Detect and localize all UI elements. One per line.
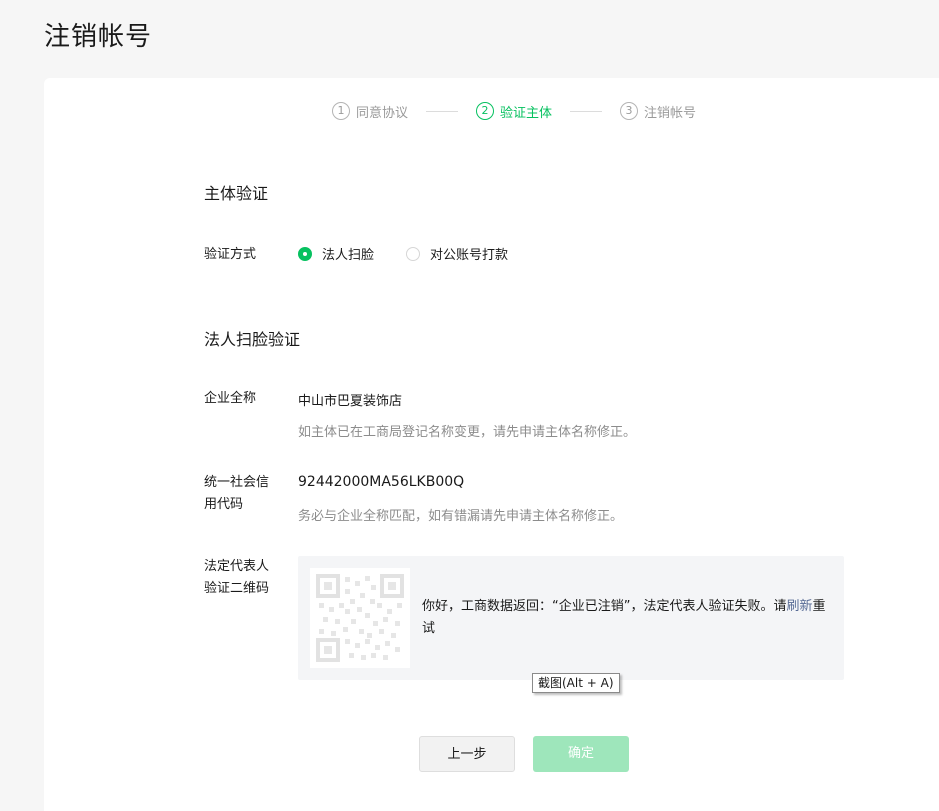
verify-method-radio-group: 法人扫脸 对公账号打款 [298,244,540,263]
credit-code-value: 92442000MA56LKB00Q [298,474,465,490]
qr-code-label-line2: 验证二维码 [204,581,270,596]
step-number: 1 [332,102,350,120]
qr-code-icon [316,574,404,662]
credit-code-label-line2: 用代码 [204,497,244,512]
step-cancel: 3 注销帐号 [620,102,696,121]
qr-error-message: 你好，工商数据返回：“企业已注销”，法定代表人验证失败。请刷新重试 [422,596,832,640]
qr-error-text: 你好，工商数据返回：“企业已注销”，法定代表人验证失败。请 [422,599,787,614]
credit-code-label-line1: 统一社会信 [204,475,270,490]
radio-checked-icon[interactable] [298,246,312,261]
company-name-label: 企业全称 [204,391,257,406]
qr-code-label: 法定代表人 验证二维码 [204,556,284,600]
step-label: 注销帐号 [644,105,697,121]
confirm-button[interactable]: 确定 [533,736,629,772]
radio-face-scan[interactable]: 法人扫脸 [298,244,374,263]
step-verify: 2 验证主体 [476,102,552,121]
qr-code-image [310,568,410,668]
main-card: 1 同意协议 2 验证主体 3 注销帐号 主体验证 验证方式 法人扫脸 对公账号… [44,78,939,811]
radio-bank-transfer[interactable]: 对公账号打款 [406,244,508,263]
step-divider [426,110,459,112]
prev-step-button[interactable]: 上一步 [419,736,515,772]
scan-verify-title: 法人扫脸验证 [204,330,301,349]
step-indicator: 1 同意协议 2 验证主体 3 注销帐号 [332,100,696,122]
screenshot-tooltip: 截图(Alt + A) [532,673,620,693]
company-name-hint: 如主体已在工商局登记名称变更，请先申请主体名称修正。 [298,425,637,440]
verify-method-label: 验证方式 [204,247,257,262]
refresh-link[interactable]: 刷新 [786,599,812,614]
subject-verify-title: 主体验证 [204,184,269,203]
company-name-value: 中山市巴夏装饰店 [298,394,403,409]
step-label: 同意协议 [356,105,409,121]
step-number: 3 [620,102,639,120]
qr-code-panel: 你好，工商数据返回：“企业已注销”，法定代表人验证失败。请刷新重试 [298,556,844,680]
credit-code-label: 统一社会信 用代码 [204,472,284,516]
credit-code-hint: 务必与企业全称匹配，如有错漏请先申请主体名称修正。 [298,509,624,524]
step-number: 2 [476,102,495,120]
qr-code-label-line1: 法定代表人 [204,559,270,574]
radio-unchecked-icon[interactable] [406,246,421,261]
radio-label: 对公账号打款 [430,248,509,263]
page-title: 注销帐号 [44,22,153,52]
step-divider [570,110,603,112]
step-label: 验证主体 [500,105,553,121]
step-agree: 1 同意协议 [332,102,408,121]
radio-label: 法人扫脸 [322,248,375,263]
